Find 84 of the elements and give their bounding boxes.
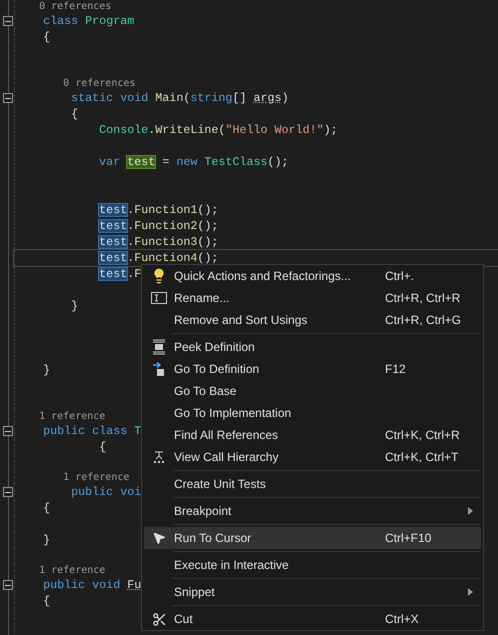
code-text: } (43, 364, 50, 376)
menu-item[interactable]: Go To Implementation (144, 402, 481, 424)
code-text: . (127, 252, 134, 264)
menu-item[interactable]: Quick Actions and Refactorings... Ctrl+. (144, 265, 481, 287)
type-token: Console (99, 124, 148, 136)
code-text: ( (183, 92, 190, 104)
collapse-toggle[interactable] (3, 426, 13, 436)
unused-token: Fu (127, 579, 142, 591)
menu-item[interactable]: Find All References Ctrl+K, Ctrl+R (144, 424, 481, 446)
code-text: { (43, 595, 50, 607)
code-text: (); (268, 156, 289, 168)
collapse-toggle[interactable] (3, 93, 13, 103)
keyword-token: static void (71, 92, 150, 104)
code-text: . (148, 124, 156, 136)
method-token: WriteLine (155, 124, 218, 136)
go-to-definition-icon (152, 361, 166, 377)
unused-token: args (254, 92, 282, 104)
scissors-icon (152, 612, 166, 626)
code-lens[interactable]: 1 reference (15, 471, 130, 484)
menu-item[interactable]: Go To Definition F12 (144, 358, 481, 380)
code-text: (); (197, 236, 218, 248)
highlighted-reference: test (99, 204, 128, 216)
code-lens[interactable]: 1 reference (15, 564, 106, 577)
code-text: { (71, 108, 78, 120)
code-text: { (43, 502, 50, 514)
highlighted-reference: test (99, 268, 128, 280)
highlighted-reference: test (99, 220, 128, 232)
menu-item[interactable]: View Call Hierarchy Ctrl+K, Ctrl+T (144, 446, 481, 468)
menu-item[interactable]: Cut Ctrl+X (144, 608, 481, 630)
string-token: "Hello World!" (225, 124, 324, 136)
collapse-toggle[interactable] (3, 16, 13, 26)
type-token: T (134, 425, 142, 437)
method-token: Function2 (134, 220, 198, 232)
method-token: Function3 (134, 236, 198, 248)
menu-item[interactable]: Snippet (144, 581, 481, 603)
code-lens[interactable]: 0 references (15, 0, 112, 13)
keyword-token: public void (43, 579, 122, 591)
code-lens[interactable]: 1 reference (15, 410, 106, 423)
highlighted-reference: test (99, 236, 128, 248)
cursor-icon (152, 531, 166, 545)
code-text: [] (232, 92, 248, 104)
method-token: F (134, 268, 142, 280)
code-text: = (162, 156, 170, 168)
code-text: (); (197, 220, 218, 232)
keyword-token: public voi (71, 486, 142, 498)
code-text: ) (282, 92, 289, 104)
collapse-toggle[interactable] (3, 487, 13, 497)
keyword-token: string (190, 92, 232, 104)
keyword-token: new (176, 156, 198, 168)
highlighted-reference: test (127, 156, 156, 168)
menu-item[interactable]: Run To Cursor Ctrl+F10 (144, 527, 481, 549)
method-token: Main (155, 92, 184, 104)
highlighted-reference: test (99, 252, 128, 264)
method-token: Function4 (134, 252, 198, 264)
method-token: Function1 (134, 204, 198, 216)
code-lens[interactable]: 0 references (15, 77, 136, 90)
code-text: . (127, 220, 134, 232)
code-text: . (127, 268, 134, 280)
code-text: } (43, 534, 50, 546)
collapse-toggle[interactable] (3, 580, 13, 590)
menu-item[interactable]: Rename... Ctrl+R, Ctrl+R (144, 287, 481, 309)
code-text: (); (197, 252, 218, 264)
code-text: (); (197, 204, 218, 216)
menu-item[interactable]: Create Unit Tests (144, 473, 481, 495)
keyword-token: var (99, 156, 122, 168)
code-text: . (127, 204, 134, 216)
code-text: . (127, 236, 134, 248)
menu-item[interactable]: Execute in Interactive (144, 554, 481, 576)
code-text: { (99, 441, 106, 453)
code-text: ); (324, 124, 338, 136)
menu-item[interactable]: Peek Definition (144, 336, 481, 358)
menu-item[interactable]: Breakpoint (144, 500, 481, 522)
call-hierarchy-icon (152, 450, 166, 464)
keyword-token: class (43, 15, 80, 27)
code-text: } (71, 300, 78, 312)
code-text: { (43, 31, 50, 43)
peek-definition-icon (152, 339, 166, 355)
menu-item[interactable]: Go To Base (144, 380, 481, 402)
keyword-token: public class (43, 425, 128, 437)
type-token: Program (85, 15, 134, 27)
rename-icon (151, 292, 167, 304)
code-text: ( (218, 124, 226, 136)
type-token: TestClass (204, 156, 268, 168)
menu-item[interactable]: Remove and Sort Usings Ctrl+R, Ctrl+G (144, 309, 481, 331)
